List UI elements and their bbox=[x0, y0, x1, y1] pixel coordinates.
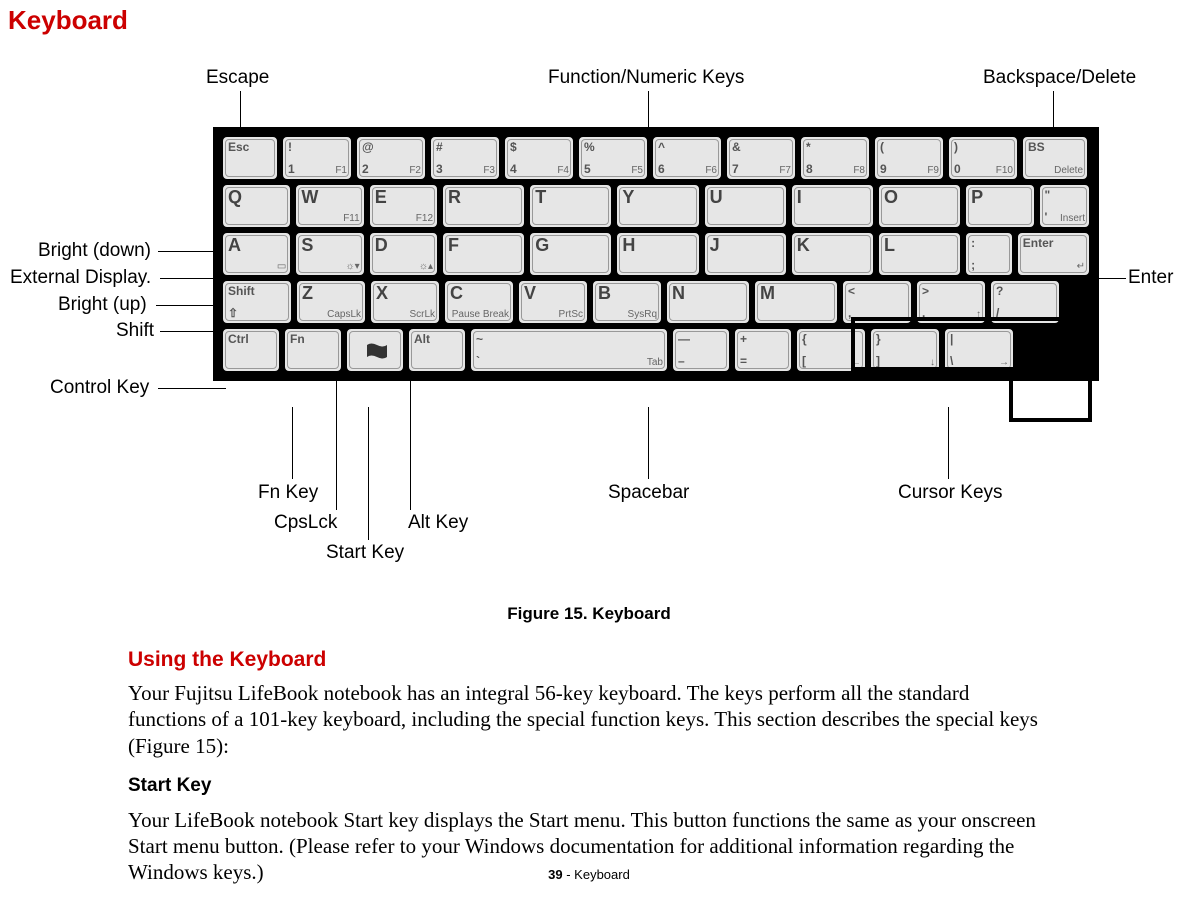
key: L bbox=[877, 231, 962, 277]
key: XScrLk bbox=[369, 279, 441, 325]
key: N bbox=[665, 279, 751, 325]
label-bright-up: Bright (up) bbox=[58, 294, 147, 316]
label-start: Start Key bbox=[326, 542, 404, 564]
keyboard-row: QWF11EF12RTYUIOP"'Insert bbox=[221, 183, 1091, 229]
key: H bbox=[615, 231, 700, 277]
key: BSDelete bbox=[1021, 135, 1089, 181]
key: J bbox=[703, 231, 788, 277]
key: U bbox=[703, 183, 788, 229]
start-key bbox=[345, 327, 405, 373]
page-title: Keyboard bbox=[8, 5, 1170, 36]
key: *8F8 bbox=[799, 135, 871, 181]
key: T bbox=[528, 183, 613, 229]
key: I bbox=[790, 183, 875, 229]
key: M bbox=[753, 279, 839, 325]
label-alt: Alt Key bbox=[408, 512, 468, 534]
label-backspace: Backspace/Delete bbox=[983, 67, 1136, 89]
figure-caption: Figure 15. Keyboard bbox=[8, 604, 1170, 624]
label-escape: Escape bbox=[206, 67, 269, 89]
label-function-keys: Function/Numeric Keys bbox=[548, 67, 744, 89]
key: #3F3 bbox=[429, 135, 501, 181]
key: EF12 bbox=[368, 183, 439, 229]
key: O bbox=[877, 183, 962, 229]
key: += bbox=[733, 327, 793, 373]
key: R bbox=[441, 183, 526, 229]
label-ctrl: Control Key bbox=[50, 377, 149, 399]
keyboard-row: Esc!1F1@2F2#3F3$4F4%5F5^6F6&7F7*8F8(9F9)… bbox=[221, 135, 1091, 181]
key: ~`Tab bbox=[469, 327, 669, 373]
label-shift: Shift bbox=[116, 320, 154, 342]
key: Shift⇧ bbox=[221, 279, 293, 325]
key: Y bbox=[615, 183, 700, 229]
key: Esc bbox=[221, 135, 279, 181]
keyboard-row: A▭S☼▾D☼▴FGHJKL:;Enter↵ bbox=[221, 231, 1091, 277]
key: Q bbox=[221, 183, 292, 229]
page-footer: 39 - Keyboard bbox=[0, 867, 1178, 882]
key: BSysRq bbox=[591, 279, 663, 325]
key: G bbox=[528, 231, 613, 277]
key: Ctrl bbox=[221, 327, 281, 373]
key: Fn bbox=[283, 327, 343, 373]
key: ^6F6 bbox=[651, 135, 723, 181]
key: WF11 bbox=[294, 183, 365, 229]
key: K bbox=[790, 231, 875, 277]
key: !1F1 bbox=[281, 135, 353, 181]
keyboard-diagram: Escape Function/Numeric Keys Backspace/D… bbox=[8, 42, 1170, 592]
label-cpslck: CpsLck bbox=[274, 512, 337, 534]
cursor-highlight-2 bbox=[851, 317, 1091, 371]
label-cursor: Cursor Keys bbox=[898, 482, 1003, 504]
key: CPause Break bbox=[443, 279, 515, 325]
key: @2F2 bbox=[355, 135, 427, 181]
key: (9F9 bbox=[873, 135, 945, 181]
key: ZCapsLk bbox=[295, 279, 367, 325]
key: :; bbox=[964, 231, 1014, 277]
key: )0F10 bbox=[947, 135, 1019, 181]
cursor-highlight-1 bbox=[1009, 368, 1092, 422]
key: S☼▾ bbox=[294, 231, 365, 277]
key: &7F7 bbox=[725, 135, 797, 181]
key: F bbox=[441, 231, 526, 277]
label-bright-down: Bright (down) bbox=[38, 240, 151, 262]
label-ext-display: External Display. bbox=[10, 267, 151, 289]
key: $4F4 bbox=[503, 135, 575, 181]
key: VPrtSc bbox=[517, 279, 589, 325]
key: —– bbox=[671, 327, 731, 373]
key: D☼▴ bbox=[368, 231, 439, 277]
key: P bbox=[964, 183, 1035, 229]
label-enter: Enter bbox=[1128, 267, 1173, 289]
key: Alt bbox=[407, 327, 467, 373]
paragraph-1: Your Fujitsu LifeBook notebook has an in… bbox=[128, 680, 1050, 759]
label-fn: Fn Key bbox=[258, 482, 318, 504]
section-heading: Using the Keyboard bbox=[128, 648, 1050, 672]
key: A▭ bbox=[221, 231, 292, 277]
sub-heading: Start Key bbox=[128, 775, 1050, 797]
label-spacebar: Spacebar bbox=[608, 482, 689, 504]
key: "'Insert bbox=[1038, 183, 1092, 229]
key: Enter↵ bbox=[1016, 231, 1091, 277]
key: %5F5 bbox=[577, 135, 649, 181]
